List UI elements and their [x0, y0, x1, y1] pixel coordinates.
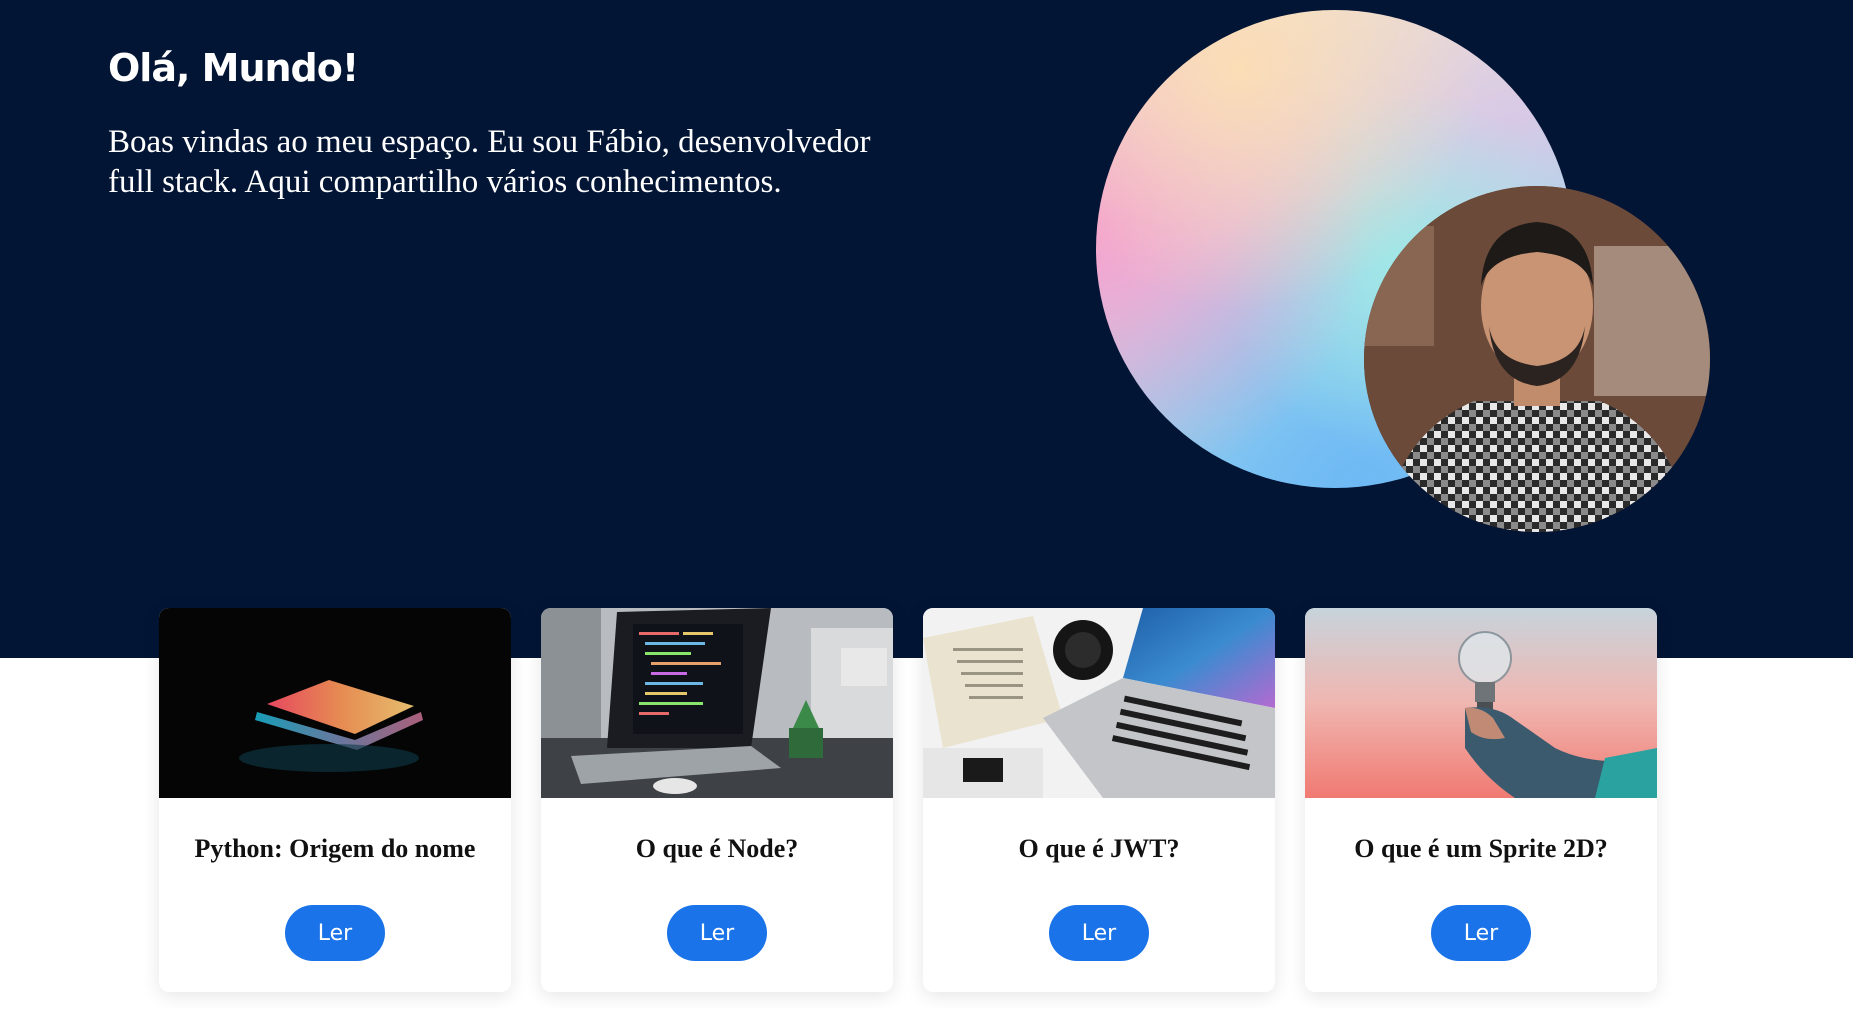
post-title: Python: Origem do nome: [194, 834, 476, 863]
read-button[interactable]: Ler: [285, 905, 385, 961]
lightbulb-hand-photo: [1305, 608, 1657, 798]
hero-section: Olá, Mundo! Boas vindas ao meu espaço. E…: [0, 0, 1853, 658]
post-card: O que é Node? Ler: [541, 608, 893, 992]
read-button[interactable]: Ler: [667, 905, 767, 961]
post-card: O que é um Sprite 2D? Ler: [1305, 608, 1657, 992]
post-title: O que é um Sprite 2D?: [1354, 834, 1608, 863]
post-card: Python: Origem do nome Ler: [159, 608, 511, 992]
hero-title: Olá, Mundo!: [108, 46, 359, 90]
read-button[interactable]: Ler: [1049, 905, 1149, 961]
profile-photo: [1364, 186, 1710, 532]
laptop-code-photo: [541, 608, 893, 798]
read-button[interactable]: Ler: [1431, 905, 1531, 961]
post-title: O que é JWT?: [1018, 834, 1180, 863]
post-card: O que é JWT? Ler: [923, 608, 1275, 992]
hero-subtitle: Boas vindas ao meu espaço. Eu sou Fábio,…: [108, 124, 871, 200]
post-title: O que é Node?: [635, 834, 799, 863]
desk-laptop-camera-photo: [923, 608, 1275, 798]
laptop-dark-photo: [159, 608, 511, 798]
